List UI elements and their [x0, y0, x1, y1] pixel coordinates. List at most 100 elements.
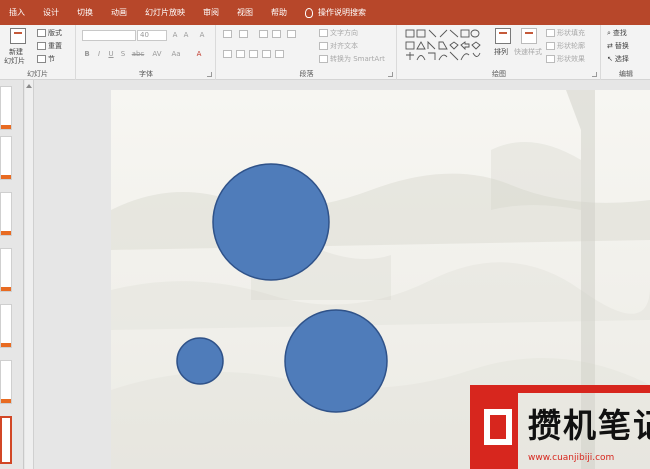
circle-small[interactable]: [176, 337, 224, 385]
tab-insert[interactable]: 插入: [0, 0, 34, 25]
slide-thumbnail[interactable]: [0, 136, 12, 180]
find-button[interactable]: ⌕ 查找: [607, 28, 627, 38]
group-paragraph: 文字方向 对齐文本 转换为 SmartArt 段落: [217, 25, 397, 80]
shrink-font-button[interactable]: A: [181, 31, 191, 39]
reset-icon: [37, 42, 46, 50]
smartart-icon: [319, 55, 328, 63]
text-direction-label: 文字方向: [330, 29, 358, 37]
smartart-label: 转换为 SmartArt: [330, 55, 385, 63]
select-label: 选择: [614, 55, 629, 63]
shape-outline-label: 形状轮廓: [557, 42, 585, 50]
align-left-icon[interactable]: [223, 50, 232, 58]
new-slide-button-line2[interactable]: 幻灯片: [4, 56, 25, 66]
text-direction-button[interactable]: 文字方向: [319, 28, 358, 38]
change-case-button[interactable]: Aa: [169, 50, 183, 58]
bold-button[interactable]: B: [82, 50, 92, 58]
replace-icon: ⇄: [607, 42, 613, 50]
shapes-gallery-icons: [405, 29, 481, 61]
replace-button[interactable]: ⇄ 替换: [607, 41, 629, 51]
arrange-icon: [495, 28, 511, 44]
reset-label: 重置: [48, 42, 62, 50]
arrange-button[interactable]: 排列: [494, 47, 508, 57]
section-button[interactable]: 节: [37, 54, 55, 64]
quick-styles-button[interactable]: 快速样式: [514, 47, 542, 57]
line-spacing-icon[interactable]: [287, 30, 296, 38]
font-group-label: 字体: [139, 70, 153, 78]
slide-thumbnail-active[interactable]: [0, 416, 12, 464]
tab-view[interactable]: 视图: [228, 0, 262, 25]
shape-fill-button[interactable]: 形状填充: [546, 28, 585, 38]
find-label: 查找: [612, 29, 627, 37]
layout-icon: [37, 29, 46, 37]
layout-button[interactable]: 版式: [37, 28, 62, 38]
slide-thumbnail[interactable]: [0, 86, 12, 130]
group-editing: ⌕ 查找 ⇄ 替换 ↖ 选择 编辑: [602, 25, 650, 80]
drawing-dialog-launcher[interactable]: [592, 72, 597, 77]
char-spacing-button[interactable]: AV: [150, 50, 164, 58]
align-center-icon[interactable]: [236, 50, 245, 58]
columns-icon[interactable]: [275, 50, 284, 58]
decrease-indent-icon[interactable]: [259, 30, 268, 38]
grow-font-button[interactable]: A: [170, 31, 180, 39]
watermark-logo-icon: [470, 385, 518, 469]
clear-format-button[interactable]: A: [197, 31, 207, 39]
font-color-button[interactable]: A: [194, 50, 204, 58]
group-slides: 新建 幻灯片 版式 重置 节 幻灯片: [0, 25, 76, 80]
italic-button[interactable]: I: [94, 50, 104, 58]
ribbon: 新建 幻灯片 版式 重置 节 幻灯片 40 A A A B I U S abc …: [0, 25, 650, 80]
slide-thumbnails-panel[interactable]: [0, 80, 24, 469]
tab-design[interactable]: 设计: [34, 0, 68, 25]
align-right-icon[interactable]: [249, 50, 258, 58]
circle-large-top[interactable]: [212, 163, 330, 281]
site-watermark: 攒机笔记 www.cuanjibiji.com: [470, 385, 650, 469]
drawing-group-label: 绘图: [492, 70, 506, 78]
tab-review[interactable]: 审阅: [194, 0, 228, 25]
slide-thumbnail[interactable]: [0, 248, 12, 292]
layout-label: 版式: [48, 29, 62, 37]
numbering-icon[interactable]: [239, 30, 248, 38]
increase-indent-icon[interactable]: [272, 30, 281, 38]
shapes-gallery[interactable]: [403, 27, 483, 63]
slide-thumbnail[interactable]: [0, 360, 12, 404]
select-button[interactable]: ↖ 选择: [607, 54, 629, 64]
justify-icon[interactable]: [262, 50, 271, 58]
tab-transitions[interactable]: 切换: [68, 0, 102, 25]
shape-effects-label: 形状效果: [557, 55, 585, 63]
tell-me-search[interactable]: 操作说明搜索: [296, 0, 375, 25]
shape-effects-icon: [546, 55, 555, 63]
watermark-bar: [518, 385, 650, 393]
group-drawing: 排列 快速样式 形状填充 形状轮廓 形状效果 绘图: [398, 25, 601, 80]
shadow-button[interactable]: S: [118, 50, 128, 58]
tab-slideshow[interactable]: 幻灯片放映: [136, 0, 194, 25]
slide-thumbnail[interactable]: [0, 304, 12, 348]
editing-group-label: 编辑: [619, 70, 633, 78]
tab-help[interactable]: 帮助: [262, 0, 296, 25]
circle-large-bottom[interactable]: [284, 309, 388, 413]
shape-outline-icon: [546, 42, 555, 50]
search-icon: ⌕: [607, 28, 611, 37]
slide-thumbnail[interactable]: [0, 192, 12, 236]
smartart-button[interactable]: 转换为 SmartArt: [319, 54, 385, 64]
tab-animations[interactable]: 动画: [102, 0, 136, 25]
scroll-up-icon[interactable]: [26, 84, 32, 88]
slides-group-label: 幻灯片: [27, 70, 48, 78]
quick-styles-icon: [521, 28, 537, 44]
reset-button[interactable]: 重置: [37, 41, 62, 51]
bullets-icon[interactable]: [223, 30, 232, 38]
align-text-icon: [319, 42, 328, 50]
thumbnails-scrollbar[interactable]: [25, 80, 34, 469]
font-size-select[interactable]: 40: [137, 30, 167, 41]
text-direction-icon: [319, 29, 328, 37]
font-dialog-launcher[interactable]: [207, 72, 212, 77]
strikethrough-button[interactable]: abc: [130, 50, 146, 58]
align-text-label: 对齐文本: [330, 42, 358, 50]
shape-effects-button[interactable]: 形状效果: [546, 54, 585, 64]
font-name-select[interactable]: [82, 30, 136, 41]
paragraph-dialog-launcher[interactable]: [388, 72, 393, 77]
underline-button[interactable]: U: [106, 50, 116, 58]
new-slide-icon: [10, 28, 26, 44]
align-text-button[interactable]: 对齐文本: [319, 41, 358, 51]
shape-outline-button[interactable]: 形状轮廓: [546, 41, 585, 51]
group-font: 40 A A A B I U S abc AV Aa A 字体: [77, 25, 216, 80]
cursor-icon: ↖: [607, 55, 613, 63]
